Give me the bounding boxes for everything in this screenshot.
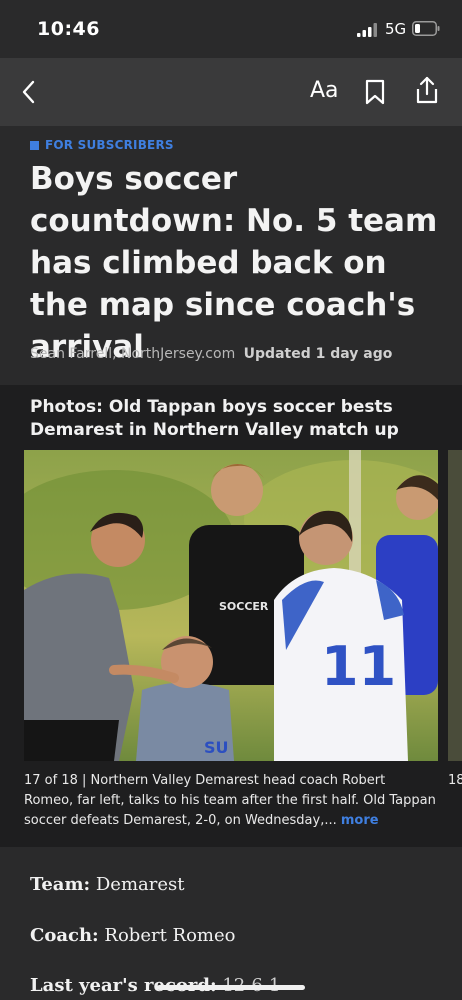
- kicker-label: FOR SUBSCRIBERS: [45, 138, 174, 152]
- gallery-photo[interactable]: SOCCER 11 SU: [24, 450, 438, 761]
- byline-author[interactable]: Sean Farrell, NorthJersey.com: [30, 346, 235, 362]
- article-headline: Boys soccer countdown: No. 5 team has cl…: [30, 161, 438, 365]
- article-toolbar: Aa: [0, 58, 462, 126]
- fact-team-value: Demarest: [95, 874, 185, 895]
- fact-coach-value: Robert Romeo: [104, 925, 236, 946]
- shirt-text: SOCCER: [219, 600, 269, 613]
- next-photo-peek[interactable]: [448, 450, 462, 761]
- status-bar: 10:46 5G: [0, 0, 462, 58]
- caption-more-link[interactable]: more: [341, 813, 379, 828]
- photo-caption: 17 of 18 | Northern Valley Demarest head…: [24, 771, 438, 831]
- battery-icon: [412, 21, 440, 40]
- home-indicator[interactable]: [157, 985, 305, 990]
- text-size-button[interactable]: Aa: [310, 78, 339, 103]
- byline-updated: Updated 1 day ago: [243, 346, 393, 362]
- bookmark-icon[interactable]: [364, 79, 386, 109]
- fact-coach: Coach: Robert Romeo: [30, 925, 236, 946]
- next-caption-peek: 18 co so: [448, 773, 462, 788]
- fact-team: Team: Demarest: [30, 874, 185, 895]
- fact-coach-label: Coach:: [30, 925, 99, 946]
- network-label: 5G: [385, 20, 407, 38]
- gallery-title[interactable]: Photos: Old Tappan boys soccer bests Dem…: [30, 396, 430, 442]
- photo-gallery: Photos: Old Tappan boys soccer bests Dem…: [0, 385, 462, 847]
- status-time: 10:46: [37, 18, 100, 40]
- jersey-number: 11: [321, 635, 396, 698]
- subscriber-kicker: FOR SUBSCRIBERS: [30, 138, 174, 152]
- byline: Sean Farrell, NorthJersey.com Updated 1 …: [30, 346, 392, 362]
- back-chevron-icon[interactable]: [18, 78, 40, 110]
- share-icon[interactable]: [414, 75, 440, 109]
- kicker-square-icon: [30, 140, 39, 150]
- sleeve-text: SU: [204, 738, 229, 757]
- signal-icon: [357, 22, 379, 41]
- fact-team-label: Team:: [30, 874, 91, 895]
